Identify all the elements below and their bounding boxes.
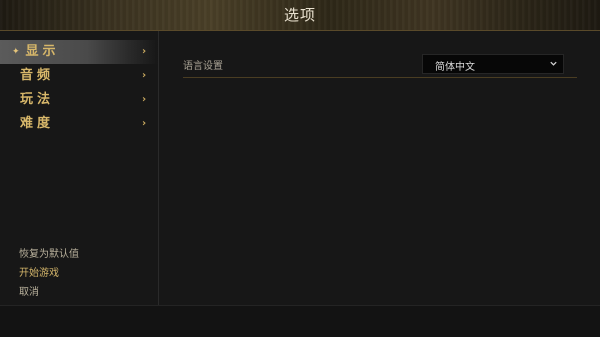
chevron-right-icon: › (142, 94, 147, 105)
language-select-value: 简体中文 (435, 62, 475, 73)
sidebar-item-display[interactable]: ✦ 显示 › (0, 40, 158, 64)
settings-panel: 语言设置 简体中文 (159, 31, 600, 305)
chevron-right-icon: › (142, 70, 147, 81)
chevron-down-icon (550, 61, 557, 66)
footer-bar (0, 305, 600, 337)
options-sidebar: ✦ 显示 › 音频 › 玩法 › 难度 › 恢复为默认值 开始游戏 取消 (0, 31, 159, 305)
language-label: 语言设置 (183, 61, 223, 72)
start-game-button[interactable]: 开始游戏 (19, 264, 79, 283)
language-select[interactable]: 简体中文 (422, 54, 564, 74)
sidebar-actions: 恢复为默认值 开始游戏 取消 (19, 245, 79, 302)
sidebar-item-label: 玩法 (20, 92, 55, 107)
sidebar-item-difficulty[interactable]: 难度 › (0, 112, 158, 136)
sidebar-item-label: 难度 (20, 116, 55, 131)
restore-defaults-button[interactable]: 恢复为默认值 (19, 245, 79, 264)
sidebar-item-gameplay[interactable]: 玩法 › (0, 88, 158, 112)
cancel-button[interactable]: 取消 (19, 283, 79, 302)
sidebar-item-label: 音频 (20, 68, 55, 83)
sidebar-item-audio[interactable]: 音频 › (0, 64, 158, 88)
options-screen: 选项 ✦ 显示 › 音频 › 玩法 › 难度 › 恢复为默认值 开始游戏 取消 (0, 0, 600, 337)
category-list: ✦ 显示 › 音频 › 玩法 › 难度 › (0, 40, 158, 136)
sidebar-item-label: 显示 (25, 44, 60, 59)
chevron-right-icon: › (142, 118, 147, 129)
chevron-right-icon: › (142, 46, 147, 57)
page-title: 选项 (283, 6, 316, 24)
title-bar: 选项 (0, 0, 600, 31)
active-bullet-icon: ✦ (12, 47, 20, 57)
language-setting-row: 语言设置 简体中文 (183, 53, 577, 78)
